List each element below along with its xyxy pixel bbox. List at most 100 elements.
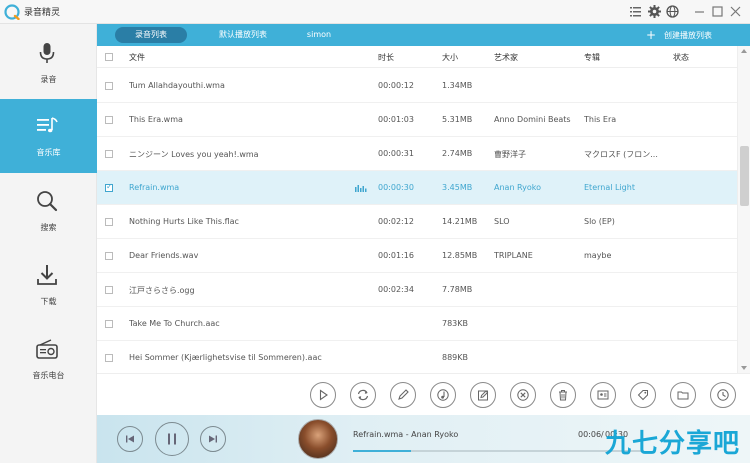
gear-icon[interactable]	[647, 4, 662, 19]
row-checkbox[interactable]	[105, 320, 113, 328]
music-library-icon	[37, 117, 58, 133]
tab-recording-list[interactable]: 录音列表	[115, 27, 187, 43]
scroll-thumb[interactable]	[740, 146, 749, 206]
title-bar: 录音精灵	[0, 0, 750, 24]
cell-time: 00:00:31	[378, 149, 414, 158]
table-header: 文件 时长 大小 艺术家 专辑 状态	[97, 46, 737, 68]
table-row[interactable]: ニンジーン Loves you yeah!.wma 00:00:31 2.74MB 曹…	[97, 137, 737, 171]
globe-icon[interactable]	[665, 4, 680, 19]
previous-button[interactable]	[117, 426, 143, 452]
schedule-button[interactable]	[710, 382, 736, 408]
cell-artist: 曹野洋子	[494, 150, 526, 159]
row-checkbox[interactable]	[105, 82, 113, 90]
column-header-file[interactable]: 文件	[129, 52, 145, 63]
next-button[interactable]	[200, 426, 226, 452]
app-logo-icon	[4, 4, 20, 20]
edit-tags-button[interactable]	[470, 382, 496, 408]
plus-icon: +	[645, 28, 656, 42]
row-checkbox[interactable]	[105, 150, 113, 158]
trash-button[interactable]	[550, 382, 576, 408]
sidebar-item-radio[interactable]: 音乐电台	[0, 322, 97, 396]
table-row[interactable]: Tum Allahdayouthi.wma 00:00:12 1.34MB	[97, 69, 737, 103]
play-button[interactable]	[310, 382, 336, 408]
close-icon[interactable]	[728, 4, 743, 19]
select-all-checkbox[interactable]	[105, 53, 113, 61]
play-icon	[319, 389, 328, 401]
action-toolbar	[97, 373, 750, 415]
pause-button[interactable]	[155, 422, 189, 456]
row-checkbox[interactable]	[105, 182, 113, 192]
table-row[interactable]: 江戸さらさら.ogg 00:02:34 7.78MB	[97, 273, 737, 307]
column-header-artist[interactable]: 艺术家	[494, 52, 518, 63]
cell-file: 江戸さらさら.ogg	[129, 286, 195, 295]
cell-album: This Era	[584, 115, 617, 124]
sidebar-item-search[interactable]: 搜索	[0, 174, 97, 248]
now-playing-title: Refrain.wma - Anan Ryoko	[353, 430, 459, 439]
album-art	[298, 419, 338, 459]
cell-size: 783KB	[442, 319, 469, 328]
cell-artist: TRIPLANE	[494, 251, 533, 260]
remove-button[interactable]	[510, 382, 536, 408]
row-checkbox[interactable]	[105, 286, 113, 294]
sidebar-item-label: 录音	[40, 75, 57, 84]
download-icon	[37, 265, 57, 285]
tab-default-playlist[interactable]: 默认播放列表	[203, 27, 283, 43]
cell-file: Take Me To Church.aac	[129, 319, 220, 328]
create-playlist-button[interactable]: + 创建播放列表	[646, 28, 712, 42]
cell-artist: SLO	[494, 217, 510, 226]
sidebar-item-download[interactable]: 下载	[0, 248, 97, 322]
microphone-icon	[39, 43, 55, 63]
cell-artist: Anan Ryoko	[494, 183, 542, 192]
maximize-icon[interactable]	[710, 4, 725, 19]
cell-time: 00:02:34	[378, 285, 414, 294]
table-row[interactable]: Nothing Hurts Like This.flac 00:02:12 14.2…	[97, 205, 737, 239]
sidebar-item-record[interactable]: 录音	[0, 26, 97, 100]
row-checkbox[interactable]	[105, 354, 113, 362]
table-row[interactable]: Hei Sommer (Kjærlighetsvise til Sommeren…	[97, 341, 737, 373]
table-row[interactable]: Take Me To Church.aac 783KB	[97, 307, 737, 341]
cell-album: maybe	[584, 251, 612, 260]
cell-file: ニンジーン Loves you yeah!.wma	[129, 150, 259, 159]
table-row[interactable]: Dear Friends.wav 00:01:16 12.85MB TRIPLANE m…	[97, 239, 737, 273]
column-header-album[interactable]: 专辑	[584, 52, 600, 63]
column-header-status[interactable]: 状态	[673, 52, 689, 63]
pause-icon	[168, 433, 176, 445]
cell-size: 3.45MB	[442, 183, 473, 192]
cell-time: 00:01:16	[378, 251, 414, 260]
watermark-logo: 九七分享吧	[605, 429, 741, 459]
search-icon	[37, 191, 58, 212]
row-checkbox[interactable]	[105, 218, 113, 226]
app-title: 录音精灵	[24, 8, 61, 18]
convert-button[interactable]	[350, 382, 376, 408]
info-card-button[interactable]	[590, 382, 616, 408]
rename-button[interactable]	[390, 382, 416, 408]
cell-size: 1.34MB	[442, 81, 473, 90]
scroll-up-icon[interactable]	[741, 49, 747, 53]
open-folder-button[interactable]	[670, 382, 696, 408]
column-header-size[interactable]: 大小	[442, 52, 458, 63]
row-checkbox[interactable]	[105, 252, 113, 260]
playback-progress-fill	[353, 450, 411, 452]
table-scrollbar[interactable]	[737, 46, 750, 373]
cell-size: 12.85MB	[442, 251, 478, 260]
sidebar-item-label: 下载	[40, 297, 57, 306]
create-playlist-label: 创建播放列表	[664, 31, 712, 40]
ringtone-button[interactable]	[430, 382, 456, 408]
edit-icon	[398, 389, 409, 400]
list-menu-icon[interactable]	[628, 4, 643, 19]
table-row[interactable]: Refrain.wma 00:00:30 3.45MB Anan Ryoko Etern…	[97, 171, 737, 205]
tab-simon[interactable]: simon	[297, 27, 341, 43]
cell-file: Dear Friends.wav	[129, 251, 199, 260]
row-checkbox[interactable]	[105, 116, 113, 124]
table-row[interactable]: This Era.wma 00:01:03 5.31MB Anno Domini Be…	[97, 103, 737, 137]
playback-progress-bar[interactable]	[353, 450, 643, 452]
sidebar-item-music-library[interactable]: 音乐库	[0, 99, 97, 173]
scroll-down-icon[interactable]	[741, 366, 747, 370]
column-header-time[interactable]: 时长	[378, 52, 394, 63]
minimize-icon[interactable]	[692, 4, 707, 19]
tag-button[interactable]	[630, 382, 656, 408]
folder-icon	[677, 391, 689, 400]
cell-size: 5.31MB	[442, 115, 473, 124]
cell-file: Nothing Hurts Like This.flac	[129, 217, 239, 226]
sidebar-item-label: 搜索	[40, 223, 57, 232]
